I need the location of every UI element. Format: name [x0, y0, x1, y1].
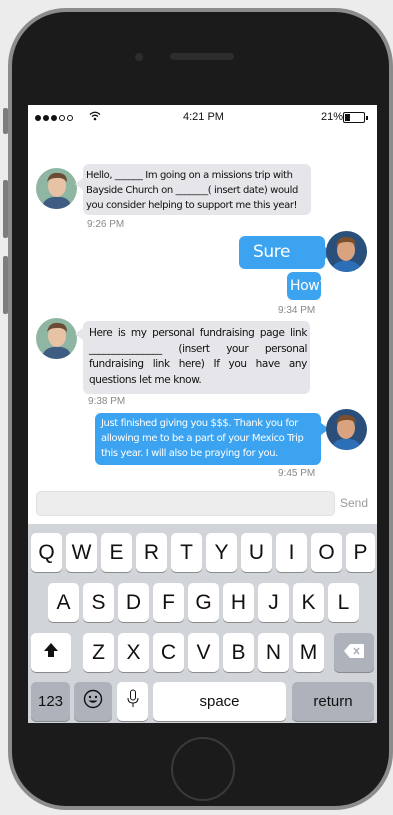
wifi-icon: [89, 111, 101, 124]
delete-icon: [343, 641, 365, 665]
bubble-tail: [75, 178, 83, 190]
key-y[interactable]: Y: [206, 533, 237, 572]
key-j[interactable]: J: [258, 583, 289, 622]
key-z[interactable]: Z: [83, 633, 114, 672]
key-n[interactable]: N: [258, 633, 289, 672]
key-a[interactable]: A: [48, 583, 79, 622]
front-camera: [135, 53, 143, 61]
delete-key[interactable]: [334, 633, 374, 672]
key-r[interactable]: R: [136, 533, 167, 572]
status-time: 4:21 PM: [183, 111, 224, 123]
key-u[interactable]: U: [241, 533, 272, 572]
incoming-message: Hello, ______ Im going on a missions tri…: [83, 164, 311, 215]
key-h[interactable]: H: [223, 583, 254, 622]
key-t[interactable]: T: [171, 533, 202, 572]
status-bar: 4:21 PM 21%: [28, 105, 377, 129]
contact-avatar: [36, 168, 77, 209]
mute-switch: [3, 108, 8, 134]
signal-strength-icon: [35, 111, 101, 124]
key-w[interactable]: W: [66, 533, 97, 572]
message-timestamp: 9:45 PM: [278, 468, 316, 479]
incoming-message: Here is my personal fundraising page lin…: [83, 321, 310, 394]
microphone-icon: [127, 689, 139, 715]
key-l[interactable]: L: [328, 583, 359, 622]
outgoing-message: How?: [287, 272, 327, 300]
key-m[interactable]: M: [293, 633, 324, 672]
keyboard: Q W E R T Y U I O P A S D F G H J K L Z …: [28, 524, 377, 723]
return-key[interactable]: return: [292, 682, 374, 721]
key-o[interactable]: O: [311, 533, 342, 572]
key-b[interactable]: B: [223, 633, 254, 672]
outgoing-message: Sure: [239, 236, 325, 269]
key-q[interactable]: Q: [31, 533, 62, 572]
key-v[interactable]: V: [188, 633, 219, 672]
battery-icon: [343, 112, 368, 123]
space-key[interactable]: space: [153, 682, 286, 721]
message-input[interactable]: [36, 491, 335, 516]
message-timestamp: 9:38 PM: [88, 396, 126, 407]
volume-down-button: [3, 256, 8, 314]
key-x[interactable]: X: [118, 633, 149, 672]
dictation-key[interactable]: [117, 682, 148, 721]
key-i[interactable]: I: [276, 533, 307, 572]
outgoing-message: Just finished giving you $$$. Thank you …: [95, 413, 321, 465]
battery-percent: 21%: [321, 111, 344, 123]
emoji-key[interactable]: [74, 682, 112, 721]
volume-up-button: [3, 180, 8, 238]
user-avatar: [326, 409, 367, 450]
contact-avatar: [36, 318, 77, 359]
numbers-key[interactable]: 123: [31, 682, 70, 721]
user-avatar: [326, 231, 367, 272]
send-button[interactable]: Send: [340, 496, 368, 510]
emoji-icon: [83, 689, 103, 715]
key-k[interactable]: K: [293, 583, 324, 622]
bubble-tail: [75, 328, 83, 340]
key-e[interactable]: E: [101, 533, 132, 572]
key-c[interactable]: C: [153, 633, 184, 672]
key-p[interactable]: P: [346, 533, 375, 572]
key-d[interactable]: D: [118, 583, 149, 622]
key-f[interactable]: F: [153, 583, 184, 622]
home-button[interactable]: [171, 737, 235, 801]
phone-screen: 4:21 PM 21% Hello, ______ Im going on a …: [28, 105, 377, 723]
message-timestamp: 9:26 PM: [87, 219, 125, 230]
message-timestamp: 9:34 PM: [278, 305, 316, 316]
shift-icon: [42, 641, 60, 665]
earpiece-speaker: [170, 53, 234, 60]
shift-key[interactable]: [31, 633, 71, 672]
key-g[interactable]: G: [188, 583, 219, 622]
key-s[interactable]: S: [83, 583, 114, 622]
